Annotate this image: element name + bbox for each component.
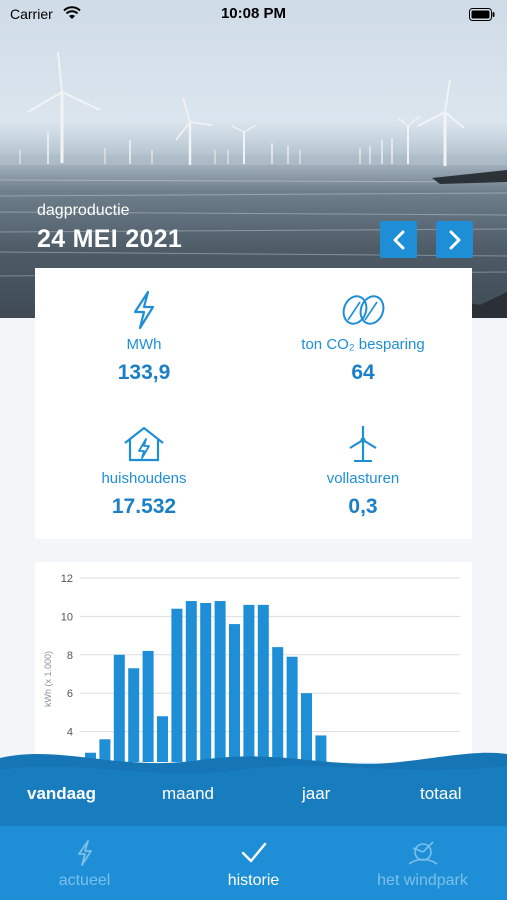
- tab-totaal[interactable]: totaal: [420, 784, 462, 804]
- nav-label: historie: [227, 872, 280, 889]
- production-chart: 4 6 8 10 12 kWh (x 1.000): [35, 562, 472, 802]
- leaves-icon: [342, 295, 385, 325]
- house-icon: [124, 426, 164, 462]
- chart-bar: [171, 608, 183, 802]
- wind-turbine-icon: [349, 426, 377, 462]
- tab-maand[interactable]: maand: [162, 784, 214, 804]
- chart-canvas: 4 6 8 10 12 kWh (x 1.000): [43, 573, 460, 802]
- nav-actueel[interactable]: actueel: [0, 840, 169, 890]
- stat-households: huishoudens 17.532: [35, 424, 253, 519]
- chart-bar: [214, 601, 226, 802]
- period-tabs: vandaag maand jaar totaal: [0, 780, 507, 806]
- stats-card: MWh 133,9 ton CO₂ besparing 64 huishoude…: [35, 268, 472, 539]
- chart-bar: [142, 650, 154, 802]
- chart-bar: [286, 656, 298, 802]
- checkmark-icon: [241, 842, 266, 863]
- nav-label: het windpark: [377, 872, 468, 889]
- lightning-icon: [133, 290, 155, 330]
- y-tick-label: 4: [67, 727, 73, 739]
- stat-label: vollasturen: [326, 470, 400, 487]
- tab-jaar[interactable]: jaar: [302, 784, 330, 804]
- stat-value: 64: [351, 361, 375, 384]
- battery-icon: [469, 8, 495, 21]
- stat-label: huishoudens: [101, 470, 187, 487]
- stat-co2: ton CO₂ besparing 64: [254, 290, 472, 385]
- chart-bar: [243, 604, 255, 802]
- stat-label: ton CO₂ besparing: [301, 336, 425, 353]
- next-day-button[interactable]: [436, 221, 473, 258]
- chart-bar: [113, 654, 125, 802]
- nav-label: actueel: [58, 872, 111, 889]
- stat-label: MWh: [126, 336, 162, 353]
- chart-bar: [200, 602, 212, 802]
- y-tick-label: 8: [67, 650, 73, 662]
- nav-windpark[interactable]: het windpark: [338, 840, 507, 890]
- nav-historie[interactable]: historie: [169, 840, 338, 890]
- bottom-navigation: actueel historie het windpark: [0, 830, 507, 900]
- stat-value: 133,9: [117, 361, 171, 384]
- status-bar: Carrier 10:08 PM: [0, 0, 507, 30]
- chart-bar: [272, 647, 284, 802]
- y-tick-label: 12: [61, 573, 73, 585]
- stat-full-load-hours: vollasturen 0,3: [254, 424, 472, 519]
- y-tick-label: 6: [67, 688, 73, 700]
- windpark-icon: [408, 841, 437, 865]
- y-axis-label: kWh (x 1.000): [43, 651, 53, 707]
- clock: 10:08 PM: [220, 5, 287, 22]
- previous-day-button[interactable]: [380, 221, 417, 258]
- chevron-left-icon: [393, 230, 404, 249]
- tab-vandaag[interactable]: vandaag: [27, 784, 96, 804]
- selected-date: 24 MEI 2021: [37, 225, 183, 253]
- chart-bar: [257, 604, 269, 802]
- chevron-right-icon: [449, 230, 460, 249]
- chart-bar: [185, 601, 197, 802]
- chart-bar: [229, 624, 240, 802]
- stat-value: 0,3: [348, 495, 378, 518]
- y-tick-label: 10: [61, 611, 73, 623]
- stat-value: 17.532: [111, 495, 177, 518]
- lightning-icon: [77, 840, 92, 866]
- stat-mwh: MWh 133,9: [35, 290, 253, 385]
- day-production-label: dagproductie: [37, 202, 130, 219]
